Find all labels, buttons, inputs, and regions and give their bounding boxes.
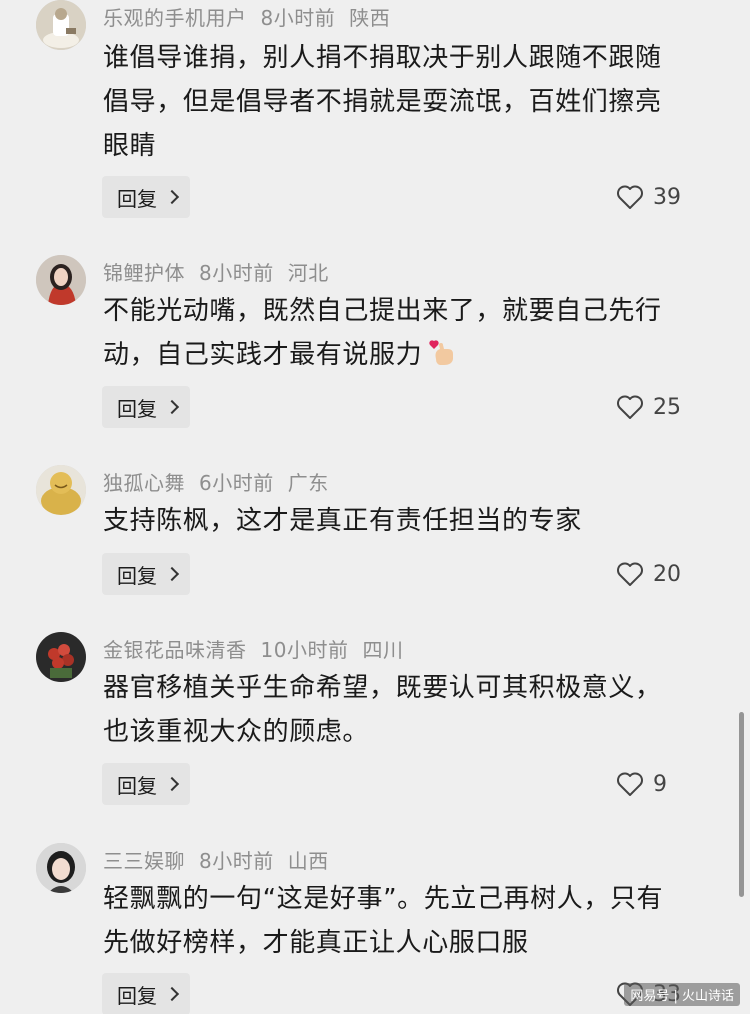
heart-icon [617,562,643,586]
scrollbar[interactable] [739,712,744,897]
chevron-right-icon [164,776,180,792]
chevron-right-icon [164,566,180,582]
comment-line: 先做好榜样，才能真正让人心服口服 [103,928,529,958]
reply-label: 回复 [117,186,157,211]
like-button[interactable]: 20 [616,554,681,594]
finger-heart-emoji-icon [429,340,454,365]
comment-meta: 锦鲤护体 8小时前 河北 [103,257,343,286]
like-count: 25 [653,394,681,420]
timestamp: 6小时前 [199,471,274,495]
username[interactable]: 独孤心舞 [103,471,185,495]
comment-line-text: 动，自己实践才最有说服力 [103,340,423,370]
comment-line: 支持陈枫，这才是真正有责任担当的专家 [103,506,582,536]
reply-button[interactable]: 回复 [102,386,190,428]
comment-text: 轻飘飘的一句“这是好事”。先立己再树人，只有 先做好榜样，才能真正让人心服口服 [103,877,718,965]
avatar[interactable] [36,632,86,682]
reply-button[interactable]: 回复 [102,176,190,218]
timestamp: 8小时前 [199,849,274,873]
comment-text: 谁倡导谁捐，别人捐不捐取决于别人跟随不跟随 倡导，但是倡导者不捐就是耍流氓，百姓… [103,36,718,168]
chevron-right-icon [164,399,180,415]
username[interactable]: 锦鲤护体 [103,261,185,285]
avatar[interactable] [36,0,86,50]
reply-label: 回复 [117,773,157,798]
comment-line: 也该重视大众的顾虑。 [103,717,370,747]
comment-line: 倡导，但是倡导者不捐就是耍流氓，百姓们擦亮 [103,87,662,117]
avatar-image [36,632,86,682]
comment-text: 支持陈枫，这才是真正有责任担当的专家 [103,499,718,543]
location: 广东 [287,471,329,495]
watermark: 网易号 | 火山诗话 [624,983,740,1006]
username[interactable]: 金银花品味清香 [103,638,247,662]
reply-label: 回复 [117,396,157,421]
username[interactable]: 乐观的手机用户 [103,6,247,30]
location: 山西 [287,849,329,873]
heart-icon [617,395,643,419]
timestamp: 8小时前 [199,261,274,285]
avatar[interactable] [36,843,86,893]
comment-line: 眼睛 [103,131,157,161]
reply-button[interactable]: 回复 [102,973,190,1014]
chevron-right-icon [164,189,180,205]
reply-label: 回复 [117,983,157,1008]
reply-button[interactable]: 回复 [102,763,190,805]
timestamp: 10小时前 [260,638,349,662]
comment-meta: 金银花品味清香 10小时前 四川 [103,634,417,663]
location: 河北 [287,261,329,285]
like-button[interactable]: 39 [616,177,681,217]
location: 陕西 [349,6,391,30]
heart-icon [617,772,643,796]
avatar-image [36,0,86,50]
reply-button[interactable]: 回复 [102,553,190,595]
username[interactable]: 三三娱聊 [103,849,185,873]
comment-meta: 乐观的手机用户 8小时前 陕西 [103,2,404,31]
like-count: 9 [653,771,667,797]
like-button[interactable]: 25 [616,387,681,427]
comment-meta: 三三娱聊 8小时前 山西 [103,845,343,874]
avatar-image [36,465,86,515]
comment-line: 轻飘飘的一句“这是好事”。先立己再树人，只有 [103,884,664,914]
comment-feed[interactable]: 乐观的手机用户 8小时前 陕西 谁倡导谁捐，别人捐不捐取决于别人跟随不跟随 倡导，但… [0,0,750,1014]
comment-line: 不能光动嘴，既然自己提出来了，就要自己先行 [103,296,662,326]
location: 四川 [362,638,404,662]
avatar-image [36,843,86,893]
reply-label: 回复 [117,563,157,588]
chevron-right-icon [164,986,180,1002]
like-count: 20 [653,561,681,587]
avatar[interactable] [36,465,86,515]
comment-text: 器官移植关乎生命希望，既要认可其积极意义， 也该重视大众的顾虑。 [103,666,718,754]
comment-line: 谁倡导谁捐，别人捐不捐取决于别人跟随不跟随 [103,43,662,73]
avatar-image [36,255,86,305]
heart-icon [617,185,643,209]
timestamp: 8小时前 [260,6,336,30]
avatar[interactable] [36,255,86,305]
like-button[interactable]: 9 [616,764,667,804]
comment-meta: 独孤心舞 6小时前 广东 [103,467,343,496]
comment-line: 器官移植关乎生命希望，既要认可其积极意义， [103,673,662,703]
comment-text: 不能光动嘴，既然自己提出来了，就要自己先行 动，自己实践才最有说服力 [103,289,718,377]
like-count: 39 [653,184,681,210]
comment-line: 动，自己实践才最有说服力 [103,333,718,377]
